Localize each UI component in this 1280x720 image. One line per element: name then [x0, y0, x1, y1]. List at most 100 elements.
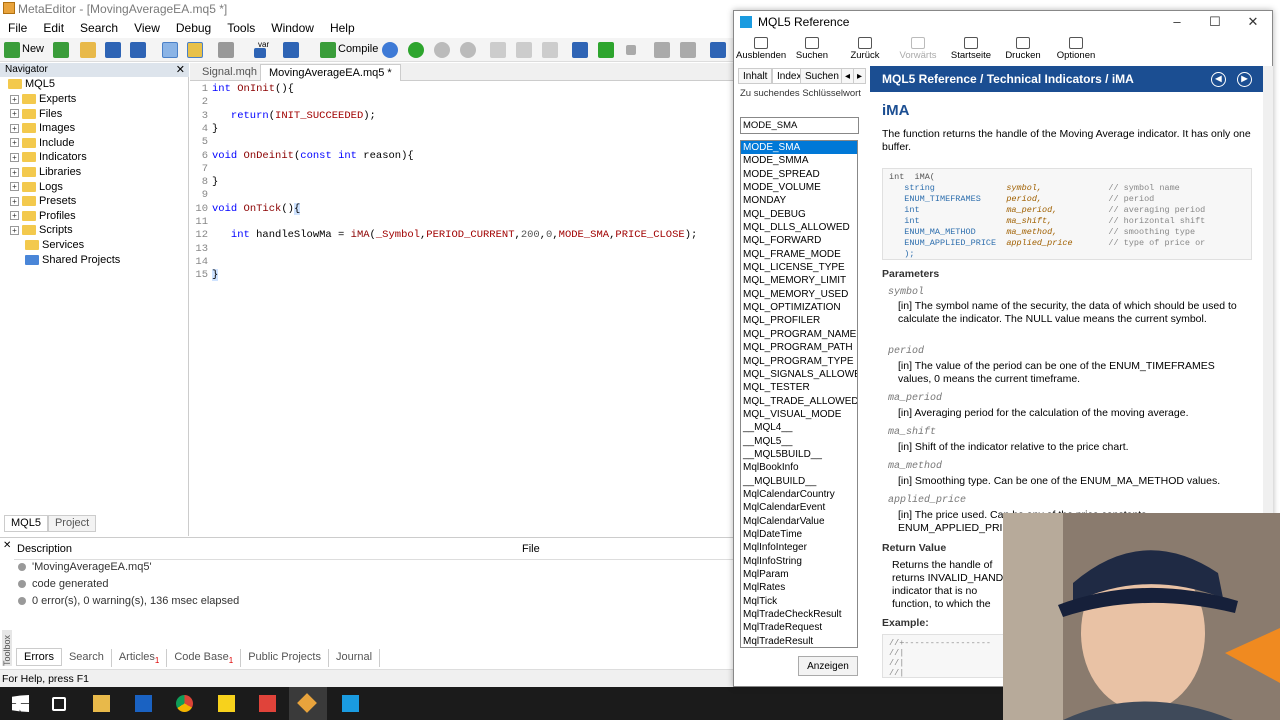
tree-item-experts[interactable]: + Experts [10, 92, 76, 107]
index-item[interactable]: MQL_FRAME_MODE [741, 248, 857, 261]
index-item[interactable]: MQL_DLLS_ALLOWED [741, 221, 857, 234]
debug-icon[interactable] [382, 42, 398, 58]
index-item[interactable]: MqlTradeRequest [741, 621, 857, 634]
menu-debug[interactable]: Debug [168, 18, 219, 38]
windows-start-icon[interactable] [12, 695, 29, 712]
prev-page-icon[interactable]: ◀ [1211, 72, 1226, 87]
expand-icon[interactable]: + [10, 211, 19, 221]
insert-function-icon[interactable] [283, 42, 299, 58]
tree-item-files[interactable]: + Files [10, 107, 62, 122]
toolbox-toggle-icon[interactable] [187, 42, 203, 58]
tab-signal-mqh[interactable]: Signal.mqh [194, 64, 265, 81]
column-file[interactable]: File [522, 543, 540, 555]
outlook-icon[interactable] [135, 695, 152, 712]
help-app-icon[interactable] [342, 695, 359, 712]
tab-journal[interactable]: Journal [329, 649, 381, 667]
save-all-icon[interactable] [130, 42, 146, 58]
menu-help[interactable]: Help [322, 18, 363, 38]
index-item[interactable]: MODE_SMMA [741, 154, 857, 167]
tree-item-shared-projects[interactable]: Shared Projects [25, 253, 120, 268]
index-item[interactable]: MONDAY [741, 194, 857, 207]
tree-item-presets[interactable]: + Presets [10, 194, 76, 209]
expand-icon[interactable]: + [10, 94, 19, 104]
compile-button[interactable]: Compile [338, 43, 378, 55]
navigator-toggle-icon[interactable] [162, 42, 178, 58]
maximize-button[interactable]: ☐ [1196, 11, 1234, 33]
tab-public-projects[interactable]: Public Projects [241, 649, 329, 667]
tree-item-libraries[interactable]: + Libraries [10, 165, 81, 180]
compile-icon[interactable] [320, 42, 336, 58]
camtasia-icon[interactable] [259, 695, 276, 712]
start-icon[interactable] [408, 42, 424, 58]
index-item[interactable]: MQL_PROGRAM_NAME [741, 328, 857, 341]
index-item[interactable]: MQL_FORWARD [741, 234, 857, 247]
index-item[interactable]: MqlDateTime [741, 528, 857, 541]
task-view-icon[interactable] [52, 697, 66, 711]
index-item[interactable]: MQL_SIGNALS_ALLOWE [741, 368, 857, 381]
tree-root-mql5[interactable]: MQL5 [8, 77, 55, 92]
index-item[interactable]: MQL_PROGRAM_PATH [741, 341, 857, 354]
index-item[interactable]: MQL_TRADE_ALLOWED [741, 395, 857, 408]
index-item[interactable]: MQL_DEBUG [741, 208, 857, 221]
expand-icon[interactable]: + [10, 138, 19, 148]
index-item[interactable]: MqlTradeResult [741, 635, 857, 647]
step-out-icon[interactable] [542, 42, 558, 58]
index-item[interactable]: MqlRates [741, 581, 857, 594]
tab-scroll-right-icon[interactable]: ▸ [853, 68, 867, 84]
expand-icon[interactable]: + [10, 123, 19, 133]
tab-code-base[interactable]: Code Base1 [167, 649, 242, 667]
styler-icon[interactable] [218, 42, 234, 58]
stop-icon[interactable] [460, 42, 476, 58]
index-item[interactable]: __MQLBUILD__ [741, 475, 857, 488]
options-button[interactable]: Optionen [1052, 37, 1100, 61]
forward-button[interactable]: Vorwärts [894, 37, 942, 61]
back-button[interactable]: Zurück [844, 37, 886, 61]
step-into-icon[interactable] [490, 42, 506, 58]
tab-mql5[interactable]: MQL5 [4, 515, 48, 532]
clear-icon[interactable] [626, 45, 636, 55]
expand-icon[interactable]: + [10, 196, 19, 206]
minimize-button[interactable]: – [1158, 11, 1196, 33]
index-item[interactable]: __MQL5__ [741, 435, 857, 448]
index-item[interactable]: MqlInfoString [741, 555, 857, 568]
result-row[interactable]: code generated [18, 576, 108, 592]
pause-icon[interactable] [434, 42, 450, 58]
expand-icon[interactable]: + [10, 225, 19, 235]
find-icon[interactable] [680, 42, 696, 58]
pen-icon[interactable] [710, 42, 726, 58]
column-description[interactable]: Description [17, 543, 72, 555]
app-icon[interactable] [218, 695, 235, 712]
index-item[interactable]: MqlCalendarValue [741, 515, 857, 528]
tree-item-logs[interactable]: + Logs [10, 180, 63, 195]
index-item[interactable]: __MQL5BUILD__ [741, 448, 857, 461]
expand-icon[interactable]: + [10, 182, 19, 192]
tree-item-scripts[interactable]: + Scripts [10, 223, 73, 238]
menu-view[interactable]: View [126, 18, 168, 38]
copy-icon[interactable] [654, 42, 670, 58]
new-project-icon[interactable] [53, 42, 69, 58]
index-item[interactable]: MODE_SPREAD [741, 168, 857, 181]
close-button[interactable]: ✕ [1234, 11, 1272, 33]
tree-item-indicators[interactable]: + Indicators [10, 150, 87, 165]
tab-project[interactable]: Project [47, 515, 97, 532]
index-item[interactable]: MqlTradeCheckResult [741, 608, 857, 621]
tree-item-include[interactable]: + Include [10, 136, 74, 151]
file-explorer-icon[interactable] [93, 695, 110, 712]
search-button[interactable]: Suchen [789, 37, 835, 61]
index-item[interactable]: MqlCalendarCountry [741, 488, 857, 501]
tab-contents[interactable]: Inhalt [738, 68, 773, 84]
result-row[interactable]: 0 error(s), 0 warning(s), 136 msec elaps… [18, 593, 239, 609]
menu-window[interactable]: Window [263, 18, 322, 38]
index-item[interactable]: MODE_VOLUME [741, 181, 857, 194]
index-item[interactable]: MqlCalendarEvent [741, 501, 857, 514]
tree-item-services[interactable]: Services [25, 238, 84, 253]
index-item[interactable]: MqlBookInfo [741, 461, 857, 474]
tree-item-profiles[interactable]: + Profiles [10, 209, 76, 224]
next-page-icon[interactable]: ▶ [1237, 72, 1252, 87]
close-icon[interactable]: ✕ [3, 540, 11, 551]
menu-tools[interactable]: Tools [219, 18, 263, 38]
tab-errors[interactable]: Errors [16, 648, 62, 666]
tab-movingaverageea[interactable]: MovingAverageEA.mq5 * [260, 64, 401, 81]
keyword-input[interactable] [740, 117, 859, 134]
index-item[interactable]: MQL_PROGRAM_TYPE [741, 355, 857, 368]
